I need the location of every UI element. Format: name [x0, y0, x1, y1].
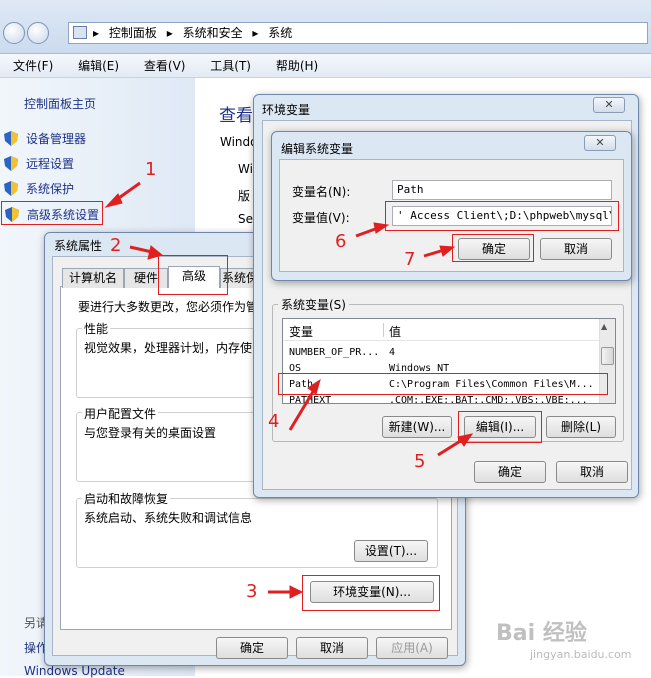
arrowhead-step4 [307, 378, 321, 395]
arrow-step4 [288, 389, 316, 431]
arrowhead-step5 [457, 433, 474, 447]
arrow-step6 [355, 226, 379, 238]
step-number: 3 [246, 581, 258, 602]
arrowhead-step6 [373, 222, 390, 234]
step-number: 1 [145, 159, 157, 180]
step-number: 4 [268, 411, 280, 432]
annotation-arrows [104, 181, 474, 599]
watermark-logo: Bai 经验 [496, 621, 587, 646]
step-number: 2 [110, 235, 122, 256]
step-number: 5 [414, 451, 426, 472]
arrowhead-step7 [439, 245, 456, 257]
arrow-step2 [129, 245, 153, 254]
step-number: 6 [335, 231, 347, 252]
arrowhead-step2 [147, 245, 164, 260]
arrow-step5 [437, 438, 463, 457]
watermark-url: jingyan.baidu.com [530, 648, 632, 661]
arrowhead-step3 [289, 585, 304, 599]
step-number: 7 [404, 249, 416, 270]
